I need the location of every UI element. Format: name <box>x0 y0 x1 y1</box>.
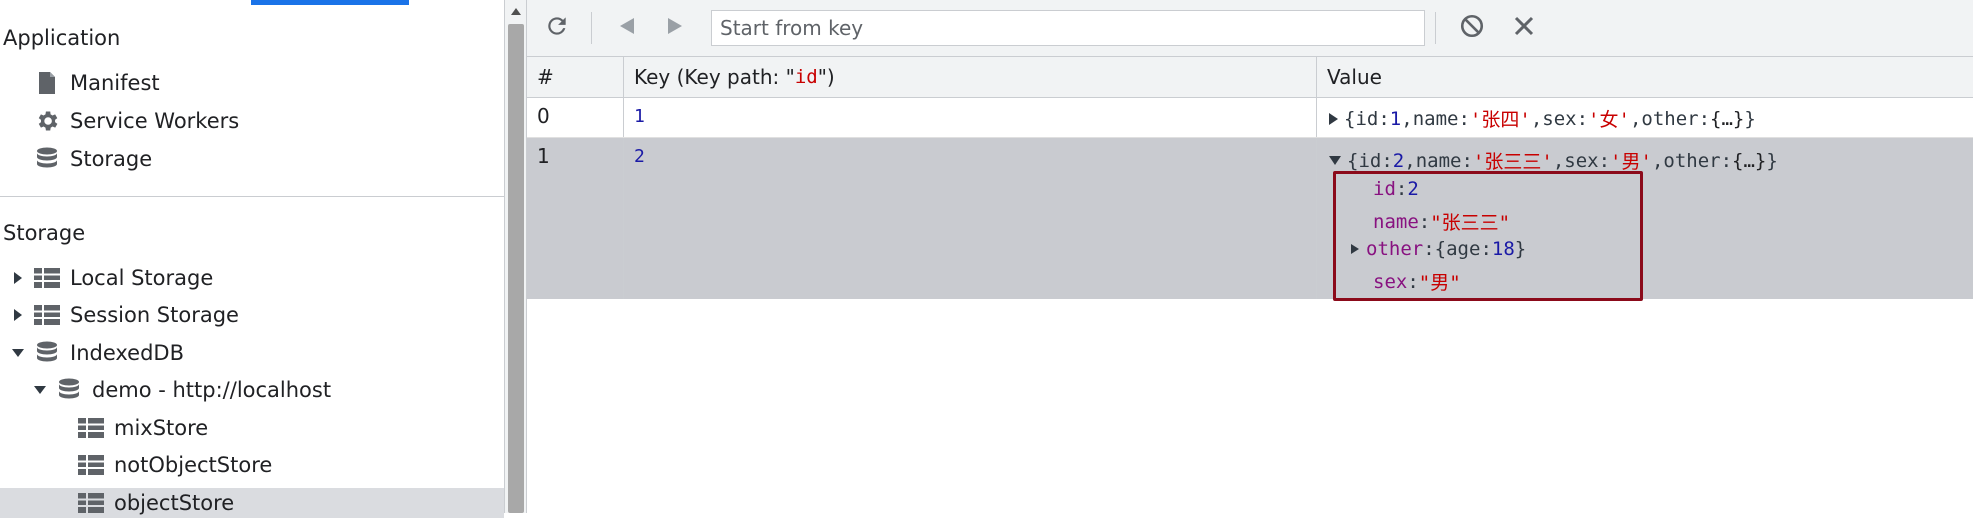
row-key: 2 <box>623 138 1316 299</box>
storage-section-title: Storage <box>3 221 86 245</box>
prop-name: name <box>1412 107 1459 130</box>
sidebar-item-service-workers[interactable]: Service Workers <box>34 105 239 137</box>
sidebar-item-notobjectstore[interactable]: notObjectStore <box>78 449 272 481</box>
clear-object-store-button[interactable] <box>1456 12 1488 44</box>
object-preview[interactable]: {id: 2, name: '张三三', sex: '男', other: {…… <box>1329 147 1778 174</box>
selected-row-highlight <box>0 488 504 518</box>
sidebar-item-label: objectStore <box>114 491 235 515</box>
next-page-icon <box>664 15 686 41</box>
sidebar-item-objectstore[interactable]: objectStore <box>78 487 234 519</box>
prop-value: 2 <box>1392 149 1405 172</box>
sidebar-item-local-storage[interactable]: Local Storage <box>10 262 213 294</box>
table-icon <box>34 265 60 291</box>
prop-value: {…} <box>1732 149 1767 172</box>
brace: { <box>1344 107 1356 130</box>
sidebar-item-label: notObjectStore <box>114 453 273 477</box>
application-section-title: Application <box>3 26 121 50</box>
table-icon <box>78 490 104 516</box>
sidebar-item-label: Local Storage <box>70 266 214 290</box>
sidebar-item-label: Service Workers <box>70 109 240 133</box>
refresh-button[interactable] <box>541 12 573 44</box>
header-key-path: id <box>794 66 818 88</box>
row-index: 0 <box>537 104 550 128</box>
expand-arrow-icon[interactable] <box>10 270 26 286</box>
table-row-selected[interactable]: 1 2 {id: 2, name: '张三三', sex: '男', other… <box>527 138 1973 299</box>
toolbar-separator <box>591 12 592 44</box>
previous-page-button[interactable] <box>611 12 643 44</box>
collapse-arrow-icon[interactable] <box>32 382 48 398</box>
prop-name: other <box>1641 107 1699 130</box>
delete-icon <box>1512 14 1536 42</box>
sidebar-item-manifest[interactable]: Manifest <box>34 67 160 99</box>
prop-name: name <box>1415 149 1462 172</box>
header-key[interactable]: Key (Key path: " id ") <box>623 57 1316 97</box>
header-value[interactable]: Value <box>1316 57 1973 97</box>
collapse-arrow-icon[interactable] <box>1329 156 1341 165</box>
table-icon <box>34 302 60 328</box>
refresh-icon <box>544 13 570 43</box>
header-index[interactable]: # <box>527 57 623 97</box>
prop-name: other <box>1663 149 1721 172</box>
sidebar-scrollbar[interactable] <box>504 0 527 513</box>
brace: { <box>1347 149 1359 172</box>
database-icon <box>34 146 60 172</box>
sidebar-item-indexeddb[interactable]: IndexedDB <box>10 337 184 369</box>
header-key-suffix: ") <box>817 65 835 89</box>
collapse-arrow-icon[interactable] <box>10 345 26 361</box>
main-panel: # Key (Key path: "id") Value 0 1 {id: 1,… <box>526 0 1973 513</box>
active-tab-indicator <box>251 0 409 5</box>
expand-arrow-icon[interactable] <box>1329 112 1338 125</box>
row-key: 1 <box>623 98 1316 137</box>
table-header: # Key (Key path: " id ") Value <box>527 57 1973 98</box>
gear-icon <box>34 108 60 134</box>
sidebar-item-label: IndexedDB <box>70 341 184 365</box>
sidebar-item-label: Storage <box>70 147 153 171</box>
prop-value: '男' <box>1610 151 1652 173</box>
prop-value: '张三三' <box>1472 151 1553 173</box>
clear-icon <box>1459 13 1485 43</box>
sidebar-item-label: Session Storage <box>70 303 239 327</box>
database-icon <box>56 377 82 403</box>
brace: } <box>1766 149 1778 172</box>
object-preview[interactable]: {id: 1, name: '张四', sex: '女', other: {…}… <box>1329 105 1756 132</box>
header-key-prefix: Key (Key path: " <box>634 65 795 89</box>
scroll-up-icon[interactable] <box>511 8 521 15</box>
sidebar-item-mixstore[interactable]: mixStore <box>78 412 208 444</box>
column-divider <box>623 300 624 513</box>
sidebar-item-storage[interactable]: Storage <box>34 143 152 175</box>
delete-selected-button[interactable] <box>1508 12 1540 44</box>
table-row[interactable]: 0 1 {id: 1, name: '张四', sex: '女', other:… <box>527 98 1973 138</box>
sidebar-item-demo-database[interactable]: demo - http://localhost <box>32 374 331 406</box>
prop-value: 1 <box>1389 107 1402 130</box>
start-from-key-input[interactable] <box>711 10 1425 46</box>
document-icon <box>34 70 60 96</box>
prev-page-icon <box>616 15 638 41</box>
sidebar-item-session-storage[interactable]: Session Storage <box>10 299 239 331</box>
table-icon <box>78 415 104 441</box>
prop-name: sex <box>1564 149 1599 172</box>
scrollbar-thumb[interactable] <box>508 24 524 513</box>
prop-value: '张四' <box>1469 109 1531 131</box>
table-icon <box>78 452 104 478</box>
next-page-button[interactable] <box>659 12 691 44</box>
toolbar <box>527 0 1973 57</box>
sidebar-item-label: demo - http://localhost <box>92 378 332 402</box>
sidebar-item-label: mixStore <box>114 416 209 440</box>
prop-value: '女' <box>1588 109 1630 131</box>
row-value: {id: 1, name: '张四', sex: '女', other: {…}… <box>1316 98 1973 137</box>
prop-name: id <box>1358 149 1382 172</box>
database-icon <box>34 340 60 366</box>
prop-value: {…} <box>1710 107 1745 130</box>
prop-name: id <box>1355 107 1379 130</box>
toolbar-separator <box>1435 12 1436 44</box>
annotation-highlight-box <box>1333 171 1643 301</box>
sidebar-item-label: Manifest <box>70 71 160 95</box>
prop-name: sex <box>1542 107 1577 130</box>
sidebar: Application Manifest Service Workers Sto… <box>0 0 504 518</box>
sidebar-divider <box>0 196 504 197</box>
brace: } <box>1744 107 1756 130</box>
expand-arrow-icon[interactable] <box>10 307 26 323</box>
row-index: 1 <box>537 144 550 168</box>
